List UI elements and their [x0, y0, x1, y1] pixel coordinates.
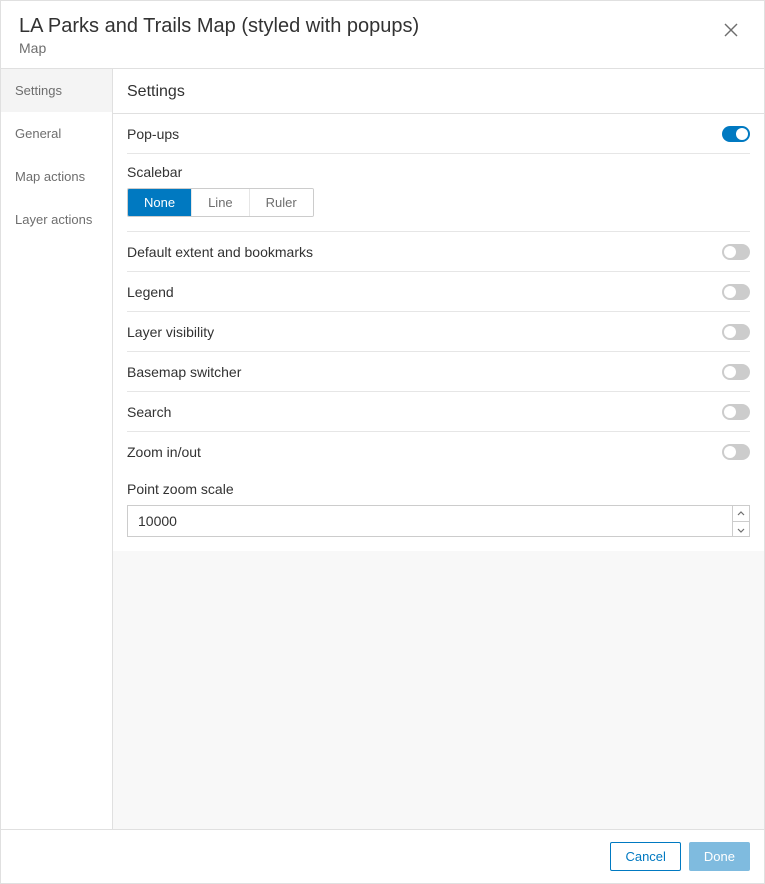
scalebar-label: Scalebar: [127, 154, 750, 188]
close-button[interactable]: [716, 15, 746, 48]
popups-toggle[interactable]: [722, 126, 750, 142]
legend-toggle[interactable]: [722, 284, 750, 300]
search-label: Search: [127, 404, 171, 420]
dialog-subtitle: Map: [19, 40, 419, 56]
scalebar-section: Scalebar NoneLineRuler: [127, 154, 750, 232]
point-zoom-scale-stepper: [127, 505, 750, 537]
point-zoom-scale-section: Point zoom scale: [127, 471, 750, 551]
sidebar-item-map-actions[interactable]: Map actions: [1, 155, 112, 198]
chevron-up-icon: [737, 506, 745, 521]
row-popups: Pop-ups: [127, 114, 750, 154]
dialog-header: LA Parks and Trails Map (styled with pop…: [1, 1, 764, 68]
row-default-extent-bookmarks: Default extent and bookmarks: [127, 232, 750, 272]
row-basemap-switcher: Basemap switcher: [127, 352, 750, 392]
layer-visibility-label: Layer visibility: [127, 324, 214, 340]
row-legend: Legend: [127, 272, 750, 312]
close-icon: [724, 25, 738, 40]
popups-label: Pop-ups: [127, 126, 179, 142]
sidebar-item-layer-actions[interactable]: Layer actions: [1, 198, 112, 241]
basemap-switcher-label: Basemap switcher: [127, 364, 241, 380]
panel-body: Pop-ups Scalebar NoneLineRuler Default e…: [113, 114, 764, 829]
scalebar-options: NoneLineRuler: [127, 188, 314, 217]
point-zoom-scale-down[interactable]: [733, 521, 749, 536]
zoom-in-out-label: Zoom in/out: [127, 444, 201, 460]
default-extent-bookmarks-toggle[interactable]: [722, 244, 750, 260]
scalebar-option-ruler[interactable]: Ruler: [249, 189, 313, 216]
sidebar-nav: SettingsGeneralMap actionsLayer actions: [1, 69, 113, 829]
dialog-footer: Cancel Done: [1, 829, 764, 883]
panel-heading: Settings: [113, 69, 764, 114]
cancel-button[interactable]: Cancel: [610, 842, 680, 871]
basemap-switcher-toggle[interactable]: [722, 364, 750, 380]
legend-label: Legend: [127, 284, 174, 300]
sidebar-item-general[interactable]: General: [1, 112, 112, 155]
scalebar-option-none[interactable]: None: [128, 189, 191, 216]
search-toggle[interactable]: [722, 404, 750, 420]
point-zoom-scale-input[interactable]: [128, 506, 732, 536]
chevron-down-icon: [737, 522, 745, 537]
point-zoom-scale-up[interactable]: [733, 506, 749, 521]
scalebar-option-line[interactable]: Line: [191, 189, 249, 216]
point-zoom-scale-label: Point zoom scale: [127, 481, 750, 497]
dialog-body: SettingsGeneralMap actionsLayer actions …: [1, 68, 764, 829]
dialog-title: LA Parks and Trails Map (styled with pop…: [19, 15, 419, 38]
zoom-in-out-toggle[interactable]: [722, 444, 750, 460]
default-extent-bookmarks-label: Default extent and bookmarks: [127, 244, 313, 260]
sidebar-item-settings[interactable]: Settings: [1, 69, 112, 112]
row-layer-visibility: Layer visibility: [127, 312, 750, 352]
layer-visibility-toggle[interactable]: [722, 324, 750, 340]
empty-area: [113, 551, 764, 829]
row-zoom-in-out: Zoom in/out: [127, 432, 750, 471]
done-button[interactable]: Done: [689, 842, 750, 871]
row-search: Search: [127, 392, 750, 432]
main-panel: Settings Pop-ups Scalebar NoneLineRul: [113, 69, 764, 829]
header-title-group: LA Parks and Trails Map (styled with pop…: [19, 15, 419, 56]
